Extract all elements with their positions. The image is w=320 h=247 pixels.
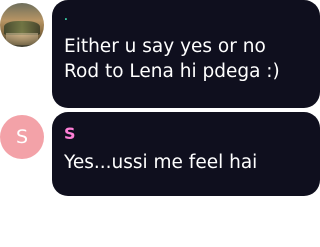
chat-message[interactable]: S S Yes...ussi me feel hai bbox=[0, 110, 320, 200]
sender-name[interactable]: S bbox=[64, 112, 320, 144]
message-bubble[interactable]: S Yes...ussi me feel hai bbox=[52, 112, 320, 196]
message-text: Yes...ussi me feel hai bbox=[64, 150, 320, 175]
message-text: Either u say yes or no Rod to Lena hi pd… bbox=[64, 34, 320, 84]
avatar[interactable] bbox=[0, 3, 44, 47]
message-bubble[interactable]: . Either u say yes or no Rod to Lena hi … bbox=[52, 0, 320, 108]
message-line: Yes...ussi me feel hai bbox=[64, 152, 258, 173]
message-line: Rod to Lena hi pdega :) bbox=[64, 61, 280, 82]
message-line: Either u say yes or no bbox=[64, 36, 266, 57]
sender-name[interactable]: . bbox=[64, 0, 320, 28]
avatar[interactable]: S bbox=[0, 115, 44, 159]
chat-message[interactable]: . Either u say yes or no Rod to Lena hi … bbox=[0, 0, 320, 110]
